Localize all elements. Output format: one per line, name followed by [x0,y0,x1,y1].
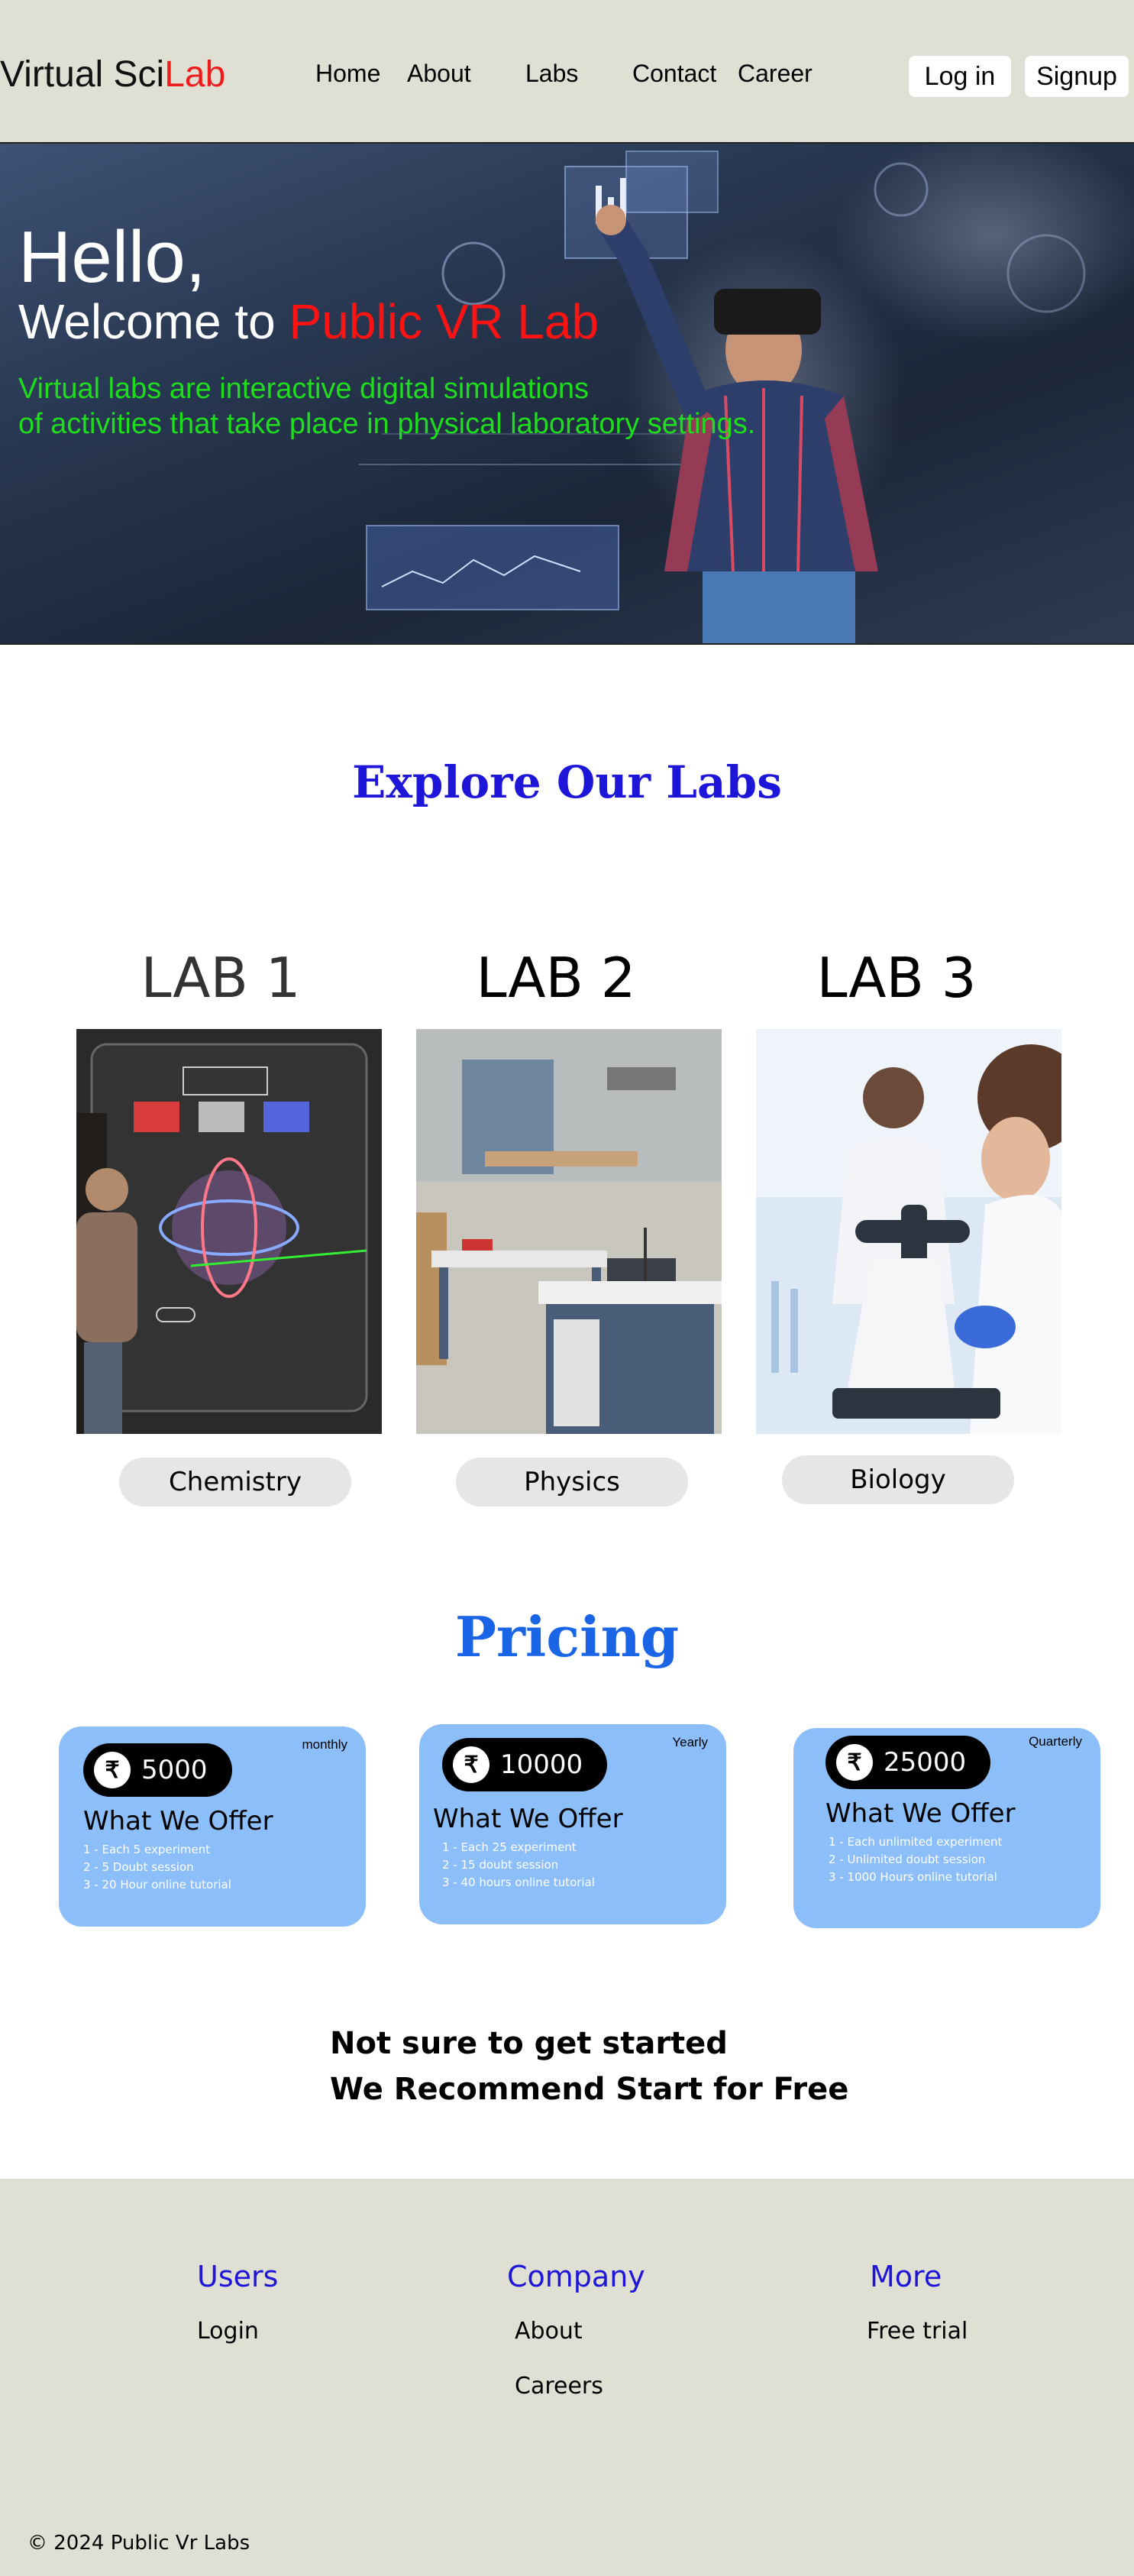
rupee-icon: ₹ [94,1752,131,1788]
lab-1-subject-button[interactable]: Chemistry [119,1458,351,1506]
nav-career[interactable]: Career [738,60,813,88]
login-button[interactable]: Log in [909,56,1011,97]
plan-period: monthly [302,1737,347,1752]
pricing-card-monthly[interactable]: monthly ₹ 5000 What We Offer 1 - Each 5 … [59,1727,366,1927]
plan-price: 10000 [500,1749,583,1780]
plan-feature: 3 - 1000 Hours online tutorial [829,1870,997,1884]
labs-section-title: Explore Our Labs [352,756,782,808]
plan-feature: 3 - 40 hours online tutorial [442,1875,595,1889]
plan-heading: What We Offer [825,1798,1016,1829]
hero-welcome-highlight: Public VR Lab [289,294,599,349]
footer-heading-users: Users [197,2260,279,2293]
copyright: © 2024 Public Vr Labs [27,2532,250,2555]
pricing-card-yearly[interactable]: Yearly ₹ 10000 What We Offer 1 - Each 25… [419,1724,726,1924]
plan-price: 5000 [141,1755,208,1785]
signup-button[interactable]: Signup [1025,56,1129,97]
rupee-icon: ₹ [453,1746,489,1783]
hero-welcome: Welcome to Public VR Lab [18,293,599,350]
chemistry-lab-illustration [76,1029,382,1434]
hero-greeting: Hello, [18,216,206,298]
lab-1-heading: LAB 1 [141,946,301,1010]
plan-feature: 2 - 15 doubt session [442,1858,559,1872]
lab-2-subject-button[interactable]: Physics [456,1458,688,1506]
nav-home[interactable]: Home [315,60,380,88]
hero-description-line-2: of activities that take place in physica… [18,408,756,440]
lab-1-image[interactable] [76,1029,382,1434]
nav-contact[interactable]: Contact [632,60,716,88]
plan-heading: What We Offer [433,1804,623,1834]
plan-feature: 2 - 5 Doubt session [83,1860,194,1874]
plan-period: Yearly [672,1735,708,1749]
rupee-icon: ₹ [836,1744,873,1781]
biology-lab-illustration [756,1029,1061,1434]
logo-text-accent: Lab [164,54,226,95]
physics-lab-illustration [416,1029,722,1434]
plan-period: Quarterly [1029,1734,1082,1749]
lab-2-heading: LAB 2 [476,946,636,1010]
footer-heading-company: Company [507,2260,645,2293]
hero-description: Virtual labs are interactive digital sim… [18,371,858,442]
cta-line-2: We Recommend Start for Free [330,2072,849,2107]
plan-feature: 1 - Each 5 experiment [83,1843,211,1856]
footer-link-login[interactable]: Login [197,2318,259,2345]
footer-link-free-trial[interactable]: Free trial [867,2318,968,2345]
logo-text-main: Virtual Sci [0,54,165,95]
cta-line-1: Not sure to get started [330,2026,728,2061]
plan-heading: What We Offer [83,1806,273,1837]
lab-3-image[interactable] [756,1029,1061,1434]
hero-description-line-1: Virtual labs are interactive digital sim… [18,373,589,405]
plan-feature: 2 - Unlimited doubt session [829,1853,986,1866]
plan-feature: 1 - Each 25 experiment [442,1840,577,1854]
nav-about[interactable]: About [407,60,471,88]
lab-3-subject-button[interactable]: Biology [782,1455,1014,1504]
pricing-card-quarterly[interactable]: Quarterly ₹ 25000 What We Offer 1 - Each… [793,1728,1100,1928]
plan-feature: 3 - 20 Hour online tutorial [83,1878,231,1892]
logo[interactable]: Virtual SciLab [0,53,225,95]
lab-3-heading: LAB 3 [816,946,977,1010]
site-header: Virtual SciLab Home About Labs Contact C… [0,0,1134,142]
price-badge: ₹ 5000 [83,1743,232,1797]
footer-heading-more: More [870,2260,942,2293]
lab-2-image[interactable] [416,1029,722,1434]
nav-labs[interactable]: Labs [525,60,578,88]
plan-price: 25000 [884,1747,967,1778]
footer-link-about[interactable]: About [515,2318,583,2345]
footer-link-careers[interactable]: Careers [515,2373,603,2400]
price-badge: ₹ 10000 [442,1738,608,1791]
price-badge: ₹ 25000 [825,1736,991,1789]
pricing-section-title: Pricing [454,1604,680,1669]
plan-feature: 1 - Each unlimited experiment [829,1835,1003,1849]
hero-welcome-prefix: Welcome to [18,294,289,349]
hero-banner: Hello, Welcome to Public VR Lab Virtual … [0,142,1134,645]
